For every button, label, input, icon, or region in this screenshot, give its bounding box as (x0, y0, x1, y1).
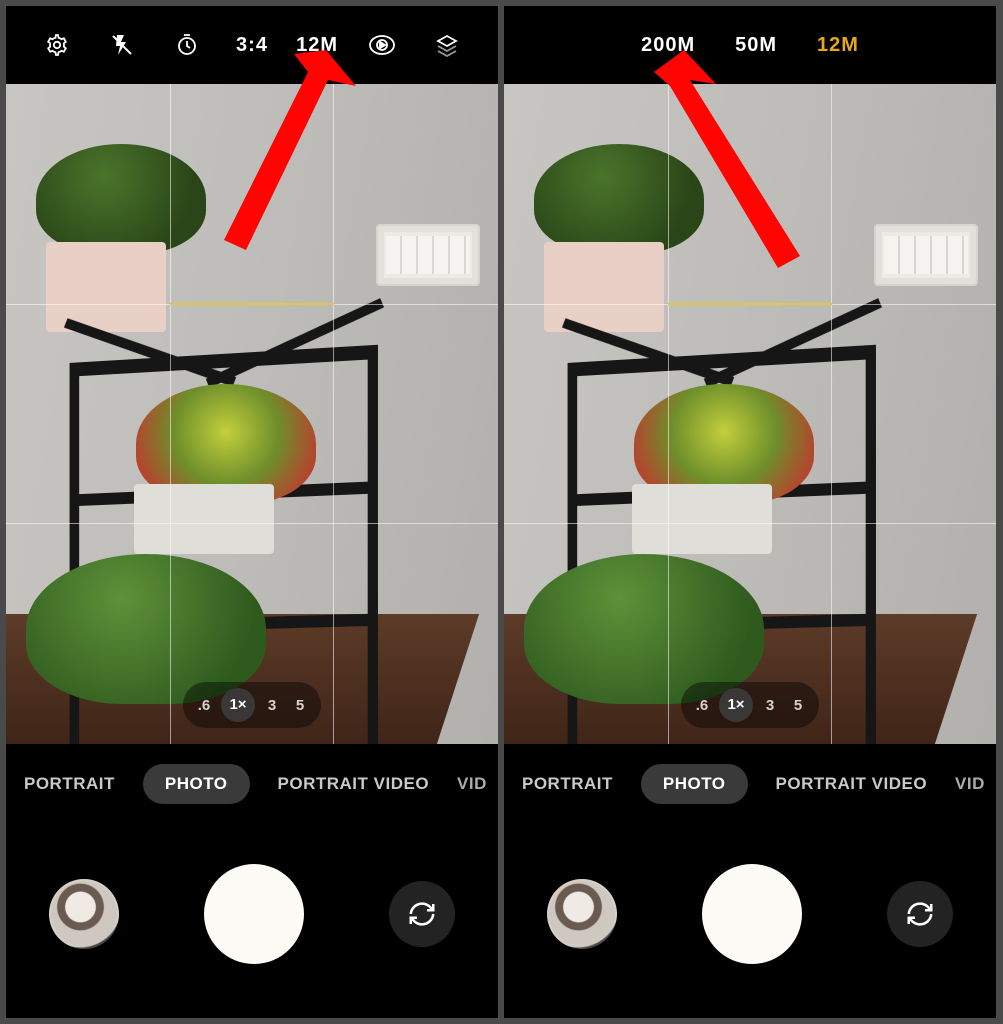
scene-preview (504, 84, 996, 744)
motion-photo-icon[interactable] (350, 33, 415, 57)
zoom-1x[interactable]: 1× (719, 688, 753, 722)
gallery-thumbnail[interactable] (49, 879, 119, 949)
resolution-options-bar: 200M 50M 12M (504, 6, 996, 84)
plant-top (534, 144, 704, 254)
mode-portrait[interactable]: PORTRAIT (24, 774, 115, 794)
settings-icon[interactable] (24, 33, 89, 57)
camera-controls (504, 824, 996, 1004)
mode-photo[interactable]: PHOTO (641, 764, 748, 804)
camera-modes[interactable]: PORTRAIT PHOTO PORTRAIT VIDEO VID (6, 744, 498, 824)
switch-camera-button[interactable] (887, 881, 953, 947)
wall-switchboard (376, 224, 480, 286)
camera-modes[interactable]: PORTRAIT PHOTO PORTRAIT VIDEO VID (504, 744, 996, 824)
zoom-0_6x[interactable]: .6 (691, 697, 713, 714)
camera-viewfinder[interactable]: .6 1× 3 5 (504, 84, 996, 744)
switch-camera-button[interactable] (389, 881, 455, 947)
mode-video-partial[interactable]: VID (955, 774, 985, 794)
camera-top-bar: 3:4 12M (6, 6, 498, 84)
shutter-button[interactable] (702, 864, 802, 964)
zoom-1x[interactable]: 1× (221, 688, 255, 722)
zoom-selector[interactable]: .6 1× 3 5 (183, 682, 321, 728)
screenshot-left: 3:4 12M (6, 6, 498, 1018)
plant-top (36, 144, 206, 254)
mode-photo[interactable]: PHOTO (143, 764, 250, 804)
shutter-button[interactable] (204, 864, 304, 964)
camera-viewfinder[interactable]: .6 1× 3 5 (6, 84, 498, 744)
zoom-3x[interactable]: 3 (759, 697, 781, 714)
scene-preview (6, 84, 498, 744)
resolution-option-12m[interactable]: 12M (817, 34, 859, 57)
zoom-selector[interactable]: .6 1× 3 5 (681, 682, 819, 728)
filters-icon[interactable] (415, 33, 480, 57)
planter-middle (632, 484, 772, 554)
zoom-0_6x[interactable]: .6 (193, 697, 215, 714)
mode-portrait-video[interactable]: PORTRAIT VIDEO (278, 774, 430, 794)
screenshot-right: 200M 50M 12M (504, 6, 996, 1018)
resolution-option-200m[interactable]: 200M (641, 34, 695, 57)
aspect-ratio-button[interactable]: 3:4 (219, 34, 284, 57)
mode-portrait[interactable]: PORTRAIT (522, 774, 613, 794)
timer-icon[interactable] (154, 33, 219, 57)
zoom-5x[interactable]: 5 (787, 697, 809, 714)
switch-camera-icon (407, 899, 437, 929)
resolution-button[interactable]: 12M (285, 34, 350, 57)
flash-off-icon[interactable] (89, 33, 154, 57)
zoom-5x[interactable]: 5 (289, 697, 311, 714)
gallery-thumbnail[interactable] (547, 879, 617, 949)
level-indicator (668, 303, 832, 305)
camera-controls (6, 824, 498, 1004)
resolution-option-50m[interactable]: 50M (735, 34, 777, 57)
mode-portrait-video[interactable]: PORTRAIT VIDEO (776, 774, 928, 794)
wall-switchboard (874, 224, 978, 286)
mode-video-partial[interactable]: VID (457, 774, 487, 794)
level-indicator (170, 303, 334, 305)
zoom-3x[interactable]: 3 (261, 697, 283, 714)
planter-middle (134, 484, 274, 554)
switch-camera-icon (905, 899, 935, 929)
